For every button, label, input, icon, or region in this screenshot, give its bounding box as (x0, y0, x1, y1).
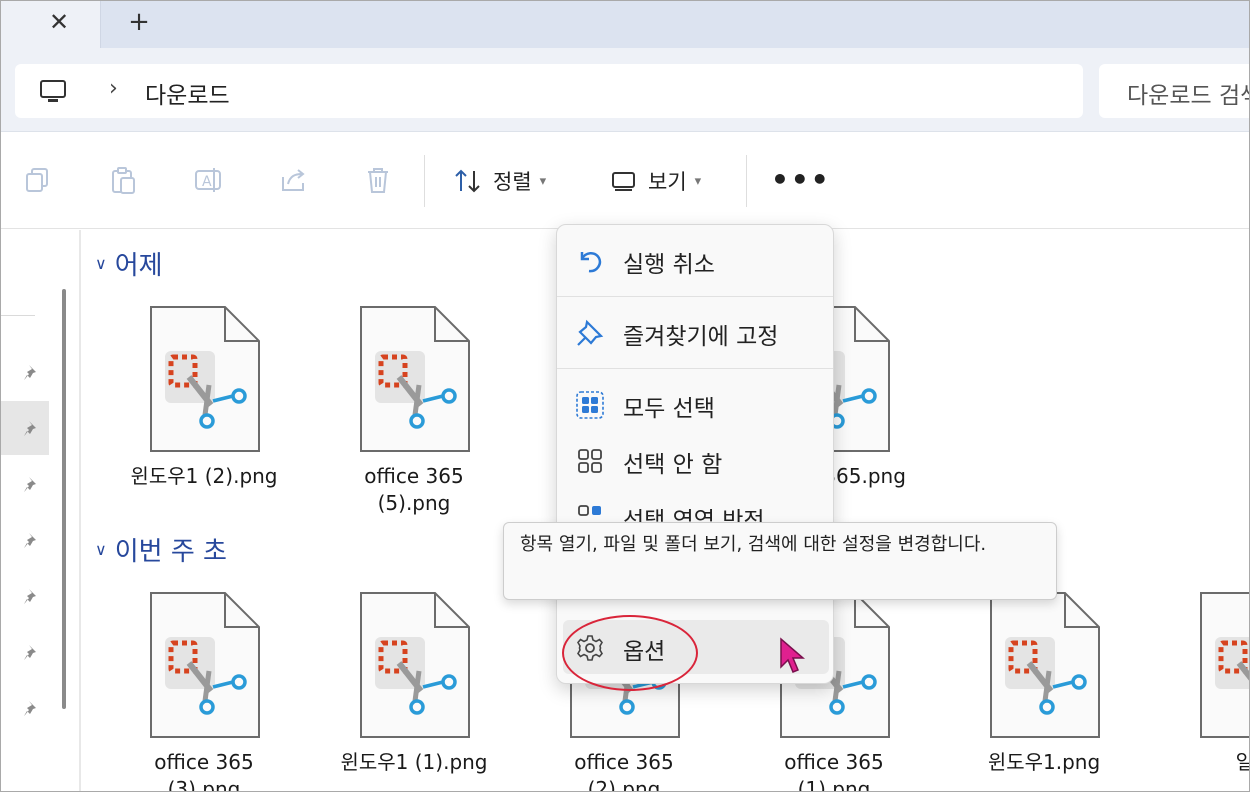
tab-strip: ✕ + (1, 1, 1249, 48)
file-name: office 365 (3).png (154, 750, 254, 792)
chevron-down-icon: ∨ (95, 540, 107, 559)
menu-item-undo[interactable]: 실행 취소 (557, 233, 833, 287)
address-bar[interactable]: › 다운로드 (15, 64, 1083, 118)
file-item[interactable]: 윈도우1 (1).png (339, 591, 489, 791)
file-name: 윈도우1 (1).png (340, 750, 488, 774)
image-file-icon (150, 306, 260, 452)
group-header-yesterday[interactable]: ∨ 어제 (95, 245, 163, 282)
view-label: 보기 (648, 170, 687, 194)
nav-divider (1, 315, 35, 316)
toolbar-divider (424, 155, 425, 207)
file-name: 일반 (1159, 749, 1249, 776)
new-tab-button[interactable]: + (121, 7, 157, 37)
mouse-cursor-icon (780, 637, 806, 673)
pin-icon[interactable] (21, 418, 43, 440)
menu-item-label: 실행 취소 (623, 252, 715, 278)
file-item[interactable]: 윈도우1 (2).png (129, 305, 279, 515)
file-item[interactable]: 윈도우1.png (969, 591, 1119, 791)
file-item[interactable]: office 365 (3).png (129, 591, 279, 791)
chevron-down-icon: ▾ (539, 173, 547, 189)
search-input[interactable]: 다운로드 검색 (1099, 64, 1250, 118)
menu-item-pin-favorites[interactable]: 즐겨찾기에 고정 (557, 305, 833, 359)
more-options-button[interactable]: ••• (771, 163, 831, 196)
image-file-icon (360, 592, 470, 738)
file-name: 윈도우1.png (987, 750, 1101, 774)
image-file-icon (150, 592, 260, 738)
group-header-this-week[interactable]: ∨ 이번 주 초 (95, 531, 227, 568)
search-placeholder: 다운로드 검색 (1127, 83, 1250, 109)
file-name: office 365 (5).png (364, 464, 464, 515)
pin-icon[interactable] (21, 698, 43, 720)
file-name: office 365 (2).png (574, 750, 674, 792)
pin-icon[interactable] (21, 642, 43, 664)
pin-icon[interactable] (21, 586, 43, 608)
image-file-icon (360, 306, 470, 452)
pin-icon[interactable] (21, 474, 43, 496)
pin-icon (577, 319, 604, 346)
tooltip: 항목 열기, 파일 및 폴더 보기, 검색에 대한 설정을 변경합니다. (503, 522, 1057, 600)
menu-item-select-none[interactable]: 선택 안 함 (557, 433, 833, 487)
copy-icon[interactable] (23, 165, 53, 195)
share-icon[interactable] (278, 165, 308, 195)
nav-scrollbar[interactable] (62, 289, 66, 709)
menu-separator (557, 368, 833, 369)
menu-item-select-all[interactable]: 모두 선택 (557, 377, 833, 431)
view-button[interactable]: 보기 ▾ (610, 161, 701, 201)
menu-separator (557, 296, 833, 297)
svg-text:A: A (202, 174, 212, 190)
sort-label: 정렬 (493, 170, 532, 194)
toolbar-divider (746, 155, 747, 207)
select-none-icon (578, 449, 602, 473)
address-row: › 다운로드 다운로드 검색 (1, 48, 1250, 132)
breadcrumb-downloads[interactable]: 다운로드 (145, 76, 230, 110)
file-name: office 365 (1).png (784, 750, 884, 792)
menu-item-label: 모두 선택 (623, 396, 715, 422)
paste-icon[interactable] (108, 165, 138, 195)
image-file-icon (1200, 592, 1249, 738)
chevron-down-icon: ∨ (95, 254, 107, 273)
breadcrumb-separator[interactable]: › (109, 76, 118, 101)
tab-downloads[interactable]: ✕ (1, 1, 101, 48)
close-tab-icon[interactable]: ✕ (41, 7, 77, 37)
highlight-circle (562, 615, 698, 691)
file-item[interactable]: 일반 (1179, 591, 1249, 791)
rename-icon[interactable]: A (193, 165, 223, 195)
pane-divider[interactable] (79, 230, 81, 791)
file-name: 윈도우1 (2).png (130, 464, 278, 488)
sort-icon (455, 169, 480, 193)
command-bar: A 정렬 ▾ 보기 ▾ ••• (1, 133, 1249, 229)
file-explorer-window: ✕ + › 다운로드 다운로드 검색 A 정렬 ▾ 보기 ▾ ••• ∨ 어제 … (0, 0, 1250, 792)
chevron-down-icon: ▾ (694, 173, 702, 189)
pin-icon[interactable] (21, 362, 43, 384)
sort-button[interactable]: 정렬 ▾ (453, 161, 546, 201)
undo-icon (580, 252, 602, 273)
select-all-icon (576, 391, 604, 419)
group-title: 어제 (114, 251, 163, 281)
group-title: 이번 주 초 (114, 537, 227, 567)
pc-icon[interactable] (39, 79, 67, 105)
menu-item-label: 즐겨찾기에 고정 (623, 324, 779, 350)
delete-icon[interactable] (363, 165, 393, 195)
menu-item-label: 선택 안 함 (623, 452, 723, 478)
image-file-icon (990, 592, 1100, 738)
file-item[interactable]: office 365 (5).png (339, 305, 489, 515)
context-menu: 실행 취소 즐겨찾기에 고정 모두 선택 선택 안 함 선택 영역 반전 옵션 (556, 224, 834, 684)
pin-icon[interactable] (21, 530, 43, 552)
view-icon (612, 172, 635, 191)
navigation-pane (1, 230, 49, 791)
